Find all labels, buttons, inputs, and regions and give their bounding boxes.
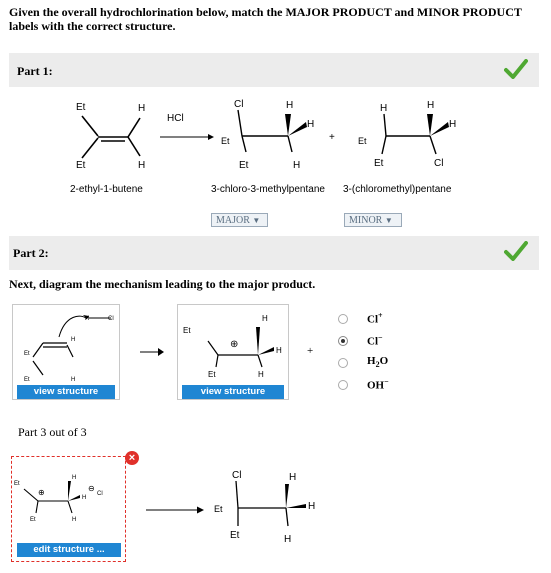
major-label-dropdown[interactable]: MAJOR ▼ xyxy=(211,213,268,227)
et-label: Et xyxy=(230,530,240,541)
part2-prompt: Next, diagram the mechanism leading to t… xyxy=(9,277,316,291)
h-label: H xyxy=(380,103,387,114)
minor-product-name: 3-(chloromethyl)pentane xyxy=(343,184,452,195)
part2-check-icon xyxy=(504,241,528,261)
h-label: H xyxy=(258,370,264,379)
h-label: H xyxy=(427,100,434,111)
h-label: H xyxy=(82,495,86,501)
h-label: H xyxy=(308,501,315,512)
option-label: H2O xyxy=(367,355,389,370)
question-text: Given the overall hydrochlorination belo… xyxy=(9,5,522,33)
part3-product-structure: Cl Et Et H H H xyxy=(214,470,315,545)
h-label: H xyxy=(72,517,76,523)
h-label: H xyxy=(71,377,75,383)
et-label: Et xyxy=(76,160,86,171)
part3-label: Part 3 out of 3 xyxy=(18,425,87,439)
et-label: Et xyxy=(24,377,30,383)
h-label: H xyxy=(71,337,75,343)
cl-label: Cl xyxy=(97,491,103,497)
view-structure-button[interactable]: view structure xyxy=(182,385,284,399)
minor-label-dropdown[interactable]: MINOR ▼ xyxy=(344,213,402,227)
h-label: H xyxy=(286,100,293,111)
cl-label: Cl xyxy=(232,470,241,481)
h-label: H xyxy=(307,119,314,130)
et-label: Et xyxy=(214,504,223,514)
et-label: Et xyxy=(374,158,384,169)
et-label: Et xyxy=(30,517,36,523)
chevron-down-icon: ▼ xyxy=(384,216,393,225)
carbocation-chloride-structure: Et ⊕ Et H H H ⊖ Cl xyxy=(14,475,103,523)
option-label: OH− xyxy=(367,377,389,392)
radio-option-water[interactable] xyxy=(338,358,348,368)
chevron-down-icon: ▼ xyxy=(252,216,261,225)
dropdown-value: MAJOR xyxy=(216,215,250,226)
close-icon[interactable]: × xyxy=(125,451,139,465)
arrow-right-icon xyxy=(140,348,164,356)
reagent-label: HCl xyxy=(167,113,184,124)
h-label: H xyxy=(262,314,268,323)
carbocation-structure: Et ⊕ Et H H H xyxy=(183,314,282,379)
carbocation-panel: Et ⊕ Et H H H view structure xyxy=(177,304,289,400)
major-product-name: 3-chloro-3-methylpentane xyxy=(211,184,325,195)
h-label: H xyxy=(449,119,456,130)
positive-charge-icon: ⊕ xyxy=(38,488,45,497)
option-label: Cl+ xyxy=(367,311,383,326)
et-label: Et xyxy=(208,370,216,379)
et-label: Et xyxy=(14,481,20,487)
plus-sign: + xyxy=(307,345,314,357)
et-label: Et xyxy=(221,136,230,146)
dropdown-value: MINOR xyxy=(349,215,383,226)
et-label: Et xyxy=(183,326,191,335)
h-label: H xyxy=(138,103,145,114)
edit-structure-button[interactable]: edit structure ... xyxy=(17,543,121,557)
h-label: H xyxy=(289,472,296,483)
et-label: Et xyxy=(24,351,30,357)
negative-charge-icon: ⊖ xyxy=(88,484,95,493)
alkene-with-hcl-structure: H Cl Et Et H H xyxy=(24,315,114,383)
cl-label: Cl xyxy=(234,99,243,110)
h-label: H xyxy=(293,160,300,171)
plus-sign: + xyxy=(329,132,335,143)
part3-answer-panel[interactable]: Et ⊕ Et H H H ⊖ Cl edit structure ... xyxy=(11,456,126,562)
arrow-head-icon xyxy=(208,134,214,140)
part1-check-icon xyxy=(504,59,528,79)
part2-header xyxy=(9,236,539,270)
et-label: Et xyxy=(358,136,367,146)
positive-charge-icon: ⊕ xyxy=(230,339,238,350)
h-label: H xyxy=(276,346,282,355)
radio-option-hydroxide[interactable] xyxy=(338,380,348,390)
cl-label: Cl xyxy=(108,316,114,322)
h-label: H xyxy=(85,316,89,322)
reagent-choice-group: Cl+ Cl− H2O OH− xyxy=(338,311,438,401)
view-structure-button[interactable]: view structure xyxy=(17,385,115,399)
arrow-right-icon xyxy=(146,506,204,514)
et-label: Et xyxy=(239,160,249,171)
et-label: Et xyxy=(76,102,86,113)
cl-label: Cl xyxy=(434,158,443,169)
reactant-name: 2-ethyl-1-butene xyxy=(70,184,143,195)
mechanism-step-panel: H Cl Et Et H H view structure xyxy=(12,304,120,400)
radio-option-cl-plus[interactable] xyxy=(338,314,348,324)
h-label: H xyxy=(138,160,145,171)
h-label: H xyxy=(72,475,76,481)
part2-label: Part 2: xyxy=(13,246,49,260)
part1-reaction-scheme: Et Et H H HCl Cl Et Et H H H + H Et Et H… xyxy=(76,99,456,171)
part1-label: Part 1: xyxy=(17,64,53,78)
option-label: Cl− xyxy=(367,333,383,348)
minor-product-structure: H Et Et H H Cl xyxy=(358,100,456,169)
radio-option-cl-minus[interactable] xyxy=(338,336,348,346)
part1-header xyxy=(9,53,539,87)
major-product-structure: Cl Et Et H H H xyxy=(221,99,314,171)
h-label: H xyxy=(284,534,291,545)
reactant-alkene: Et Et H H xyxy=(76,102,145,171)
